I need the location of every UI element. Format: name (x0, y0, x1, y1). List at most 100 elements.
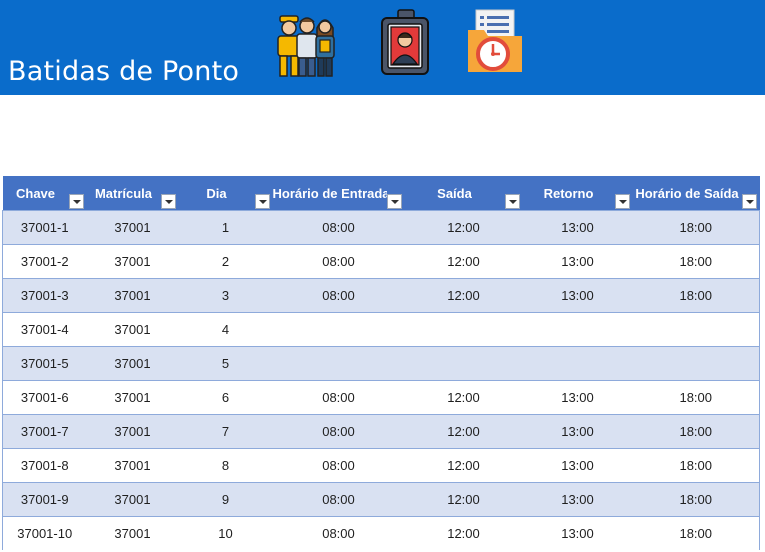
cell-matricula[interactable]: 37001 (86, 278, 179, 313)
cell-saida-final[interactable]: 18:00 (632, 244, 760, 279)
cell-chave[interactable]: 37001-8 (2, 448, 87, 483)
cell-saida[interactable]: 12:00 (404, 448, 523, 483)
cell-matricula[interactable]: 37001 (86, 244, 179, 279)
cell-matricula[interactable]: 37001 (86, 210, 179, 245)
cell-saida[interactable]: 12:00 (404, 414, 523, 449)
filter-dropdown-icon[interactable] (68, 194, 84, 209)
cell-retorno[interactable]: 13:00 (522, 516, 633, 550)
cell-matricula[interactable]: 37001 (86, 312, 179, 347)
cell-saida-final[interactable]: 18:00 (632, 516, 760, 550)
cell-matricula[interactable]: 37001 (86, 482, 179, 517)
employee-badge-icon[interactable] (380, 8, 432, 76)
cell-retorno[interactable]: 13:00 (522, 482, 633, 517)
table-row: 37001-7 37001 7 08:00 12:00 13:00 18:00 (2, 414, 760, 449)
cell-chave[interactable]: 37001-7 (2, 414, 87, 449)
cell-saida[interactable] (404, 312, 523, 347)
cell-saida-final[interactable]: 18:00 (632, 482, 760, 517)
filter-dropdown-icon[interactable] (254, 194, 270, 209)
column-header-horario-saida: Horário de Saída (632, 176, 760, 211)
cell-dia[interactable]: 5 (178, 346, 273, 381)
cell-saida[interactable]: 12:00 (404, 210, 523, 245)
cell-dia[interactable]: 2 (178, 244, 273, 279)
column-header-label: Saída (437, 186, 472, 201)
cell-entrada[interactable]: 08:00 (272, 448, 405, 483)
cell-retorno[interactable]: 13:00 (522, 414, 633, 449)
cell-retorno[interactable] (522, 346, 633, 381)
cell-retorno[interactable]: 13:00 (522, 448, 633, 483)
cell-dia[interactable]: 4 (178, 312, 273, 347)
filter-dropdown-icon[interactable] (614, 194, 630, 209)
filter-dropdown-icon[interactable] (160, 194, 176, 209)
cell-dia[interactable]: 3 (178, 278, 273, 313)
cell-matricula[interactable]: 37001 (86, 414, 179, 449)
table-header-row: Chave Matrícula Dia Horário de Entrada S… (2, 176, 760, 211)
cell-saida[interactable]: 12:00 (404, 380, 523, 415)
cell-chave[interactable]: 37001-3 (2, 278, 87, 313)
header-bar: Batidas de Ponto (0, 0, 765, 95)
cell-saida[interactable]: 12:00 (404, 244, 523, 279)
cell-saida[interactable]: 12:00 (404, 482, 523, 517)
table-row: 37001-2 37001 2 08:00 12:00 13:00 18:00 (2, 244, 760, 279)
cell-saida[interactable] (404, 346, 523, 381)
table-row: 37001-3 37001 3 08:00 12:00 13:00 18:00 (2, 278, 760, 313)
cell-dia[interactable]: 8 (178, 448, 273, 483)
filter-dropdown-icon[interactable] (504, 194, 520, 209)
team-workers-icon[interactable] (272, 10, 342, 80)
cell-chave[interactable]: 37001-5 (2, 346, 87, 381)
cell-saida-final[interactable] (632, 312, 760, 347)
cell-saida[interactable]: 12:00 (404, 516, 523, 550)
cell-dia[interactable]: 1 (178, 210, 273, 245)
cell-entrada[interactable]: 08:00 (272, 380, 405, 415)
cell-saida-final[interactable]: 18:00 (632, 210, 760, 245)
filter-dropdown-icon[interactable] (386, 194, 402, 209)
column-header-label: Chave (15, 186, 56, 201)
cell-dia[interactable]: 10 (178, 516, 273, 550)
cell-chave[interactable]: 37001-6 (2, 380, 87, 415)
column-header-retorno: Retorno (522, 176, 633, 211)
column-header-horario-entrada: Horário de Entrada (272, 176, 405, 211)
cell-entrada[interactable]: 08:00 (272, 482, 405, 517)
column-header-saida: Saída (404, 176, 523, 211)
cell-entrada[interactable]: 08:00 (272, 414, 405, 449)
table-row: 37001-5 37001 5 (2, 346, 760, 381)
cell-entrada[interactable]: 08:00 (272, 516, 405, 550)
cell-matricula[interactable]: 37001 (86, 380, 179, 415)
cell-retorno[interactable]: 13:00 (522, 210, 633, 245)
cell-saida-final[interactable] (632, 346, 760, 381)
cell-entrada[interactable]: 08:00 (272, 210, 405, 245)
cell-chave[interactable]: 37001-10 (2, 516, 87, 550)
punch-table-container: Chave Matrícula Dia Horário de Entrada S… (2, 176, 760, 550)
column-header-dia: Dia (178, 176, 273, 211)
filter-dropdown-icon[interactable] (741, 194, 757, 209)
column-header-label: Retorno (543, 186, 594, 201)
cell-retorno[interactable] (522, 312, 633, 347)
table-row: 37001-1 37001 1 08:00 12:00 13:00 18:00 (2, 210, 760, 245)
cell-retorno[interactable]: 13:00 (522, 278, 633, 313)
cell-entrada[interactable] (272, 346, 405, 381)
cell-saida-final[interactable]: 18:00 (632, 448, 760, 483)
cell-matricula[interactable]: 37001 (86, 346, 179, 381)
cell-dia[interactable]: 6 (178, 380, 273, 415)
cell-chave[interactable]: 37001-9 (2, 482, 87, 517)
cell-saida-final[interactable]: 18:00 (632, 278, 760, 313)
cell-entrada[interactable] (272, 312, 405, 347)
cell-dia[interactable]: 9 (178, 482, 273, 517)
cell-entrada[interactable]: 08:00 (272, 244, 405, 279)
cell-saida-final[interactable]: 18:00 (632, 380, 760, 415)
cell-chave[interactable]: 37001-4 (2, 312, 87, 347)
table-row: 37001-9 37001 9 08:00 12:00 13:00 18:00 (2, 482, 760, 517)
timesheet-clock-icon[interactable] (466, 8, 524, 74)
column-header-label: Matrícula (94, 186, 153, 201)
cell-matricula[interactable]: 37001 (86, 516, 179, 550)
cell-retorno[interactable]: 13:00 (522, 244, 633, 279)
cell-dia[interactable]: 7 (178, 414, 273, 449)
cell-chave[interactable]: 37001-2 (2, 244, 87, 279)
cell-saida[interactable]: 12:00 (404, 278, 523, 313)
column-header-label: Horário de Saída (635, 186, 739, 201)
cell-retorno[interactable]: 13:00 (522, 380, 633, 415)
cell-saida-final[interactable]: 18:00 (632, 414, 760, 449)
punch-table: Chave Matrícula Dia Horário de Entrada S… (2, 176, 760, 550)
cell-matricula[interactable]: 37001 (86, 448, 179, 483)
cell-entrada[interactable]: 08:00 (272, 278, 405, 313)
cell-chave[interactable]: 37001-1 (2, 210, 87, 245)
